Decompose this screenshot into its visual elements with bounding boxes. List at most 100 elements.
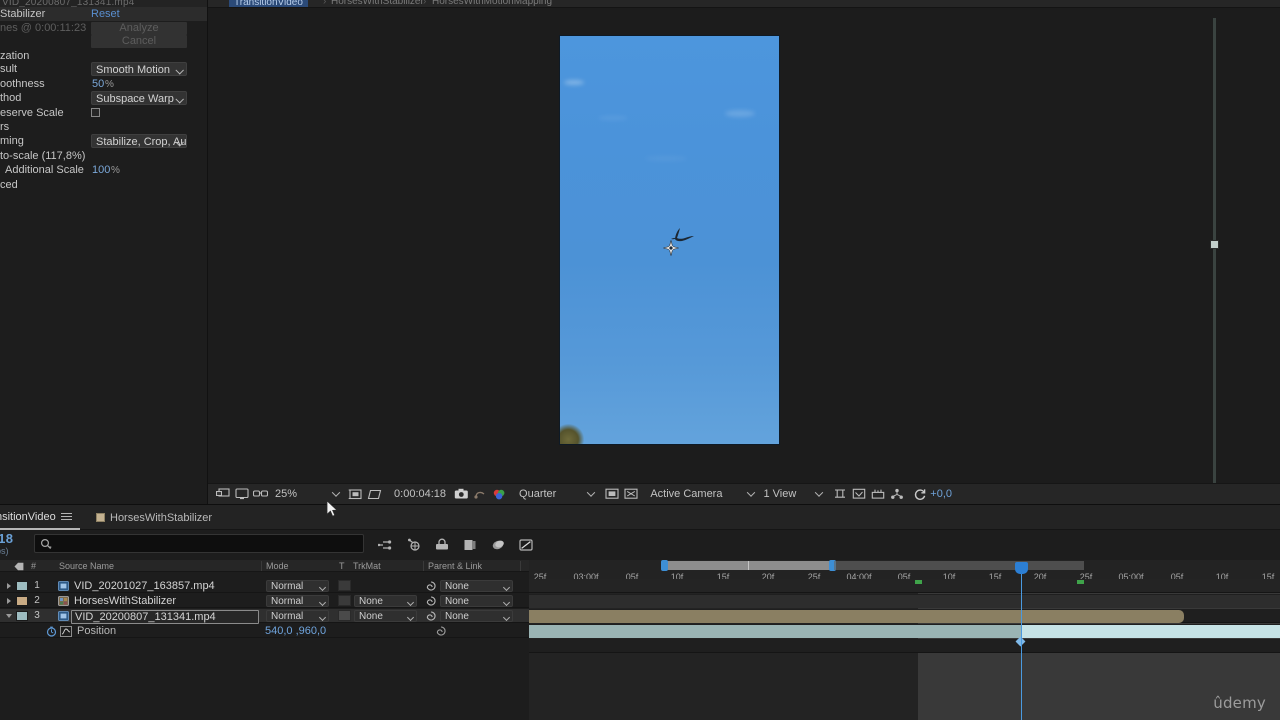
preserve-scale-checkbox[interactable] (91, 108, 100, 117)
column-header-t[interactable]: T (339, 560, 345, 572)
reset-link[interactable]: Reset (91, 8, 120, 20)
property-name[interactable]: Position (77, 625, 116, 637)
column-header-mode[interactable]: Mode (266, 560, 289, 572)
breadcrumb-item-2[interactable]: HorsesWithMotionMapping (432, 0, 552, 7)
search-input[interactable] (34, 534, 364, 553)
label-color-icon[interactable] (14, 562, 24, 573)
layer-color-swatch[interactable] (16, 581, 28, 591)
tab-horseswithstabilizer[interactable]: HorsesWithStabilizer (88, 505, 220, 530)
toggle-transparency-icon[interactable] (233, 487, 250, 502)
trkmat-select[interactable]: None (354, 595, 417, 607)
toggle-grid-icon[interactable] (850, 487, 867, 502)
hide-shy-layers-icon[interactable] (428, 536, 456, 554)
current-time-indicator[interactable] (1015, 562, 1028, 720)
anchor-point-icon[interactable] (663, 240, 679, 256)
playhead-handle[interactable] (1015, 562, 1028, 574)
timeline-graph-area[interactable]: 25f 03:00f 05f 10f 15f 20f 25f 04:00f 05f 10f 15f 2… (529, 560, 1280, 720)
toggle-alpha-icon[interactable] (622, 487, 639, 502)
parent-pickwhip-icon[interactable] (425, 580, 437, 592)
snapshot-icon[interactable] (453, 487, 470, 502)
fx-row-framing: ming Stabilize, Crop, Autc (0, 134, 207, 148)
parent-pickwhip-icon[interactable] (425, 595, 437, 607)
keyframe-marker-1[interactable] (915, 580, 922, 584)
draft-3d-icon[interactable] (400, 536, 428, 554)
value-graph-icon[interactable] (60, 626, 72, 640)
3d-renderer-icon[interactable] (888, 487, 905, 502)
layer-name[interactable]: VID_20201027_163857.mp4 (74, 580, 215, 592)
additional-scale-value[interactable]: 100 (92, 164, 110, 176)
smoothness-value[interactable]: 50 (92, 78, 104, 90)
layer-name[interactable]: HorsesWithStabilizer (74, 595, 176, 607)
layer-color-swatch[interactable] (16, 596, 28, 606)
preserve-transparency-toggle[interactable] (338, 580, 351, 591)
toggle-guides-icon[interactable] (831, 487, 848, 502)
camera-dropdown[interactable]: Active Camera (650, 488, 756, 500)
parent-select[interactable]: None (440, 610, 513, 622)
preserve-transparency-toggle[interactable] (338, 595, 351, 606)
stopwatch-icon[interactable] (46, 626, 57, 640)
mode-select[interactable]: Normal (266, 595, 329, 607)
trkmat-select[interactable]: None (354, 610, 417, 622)
mode-select[interactable]: Normal (266, 580, 329, 592)
show-snapshot-icon[interactable] (472, 487, 489, 502)
motion-blur-icon[interactable] (484, 536, 512, 554)
layer-bar-1[interactable] (529, 595, 1280, 608)
table-row[interactable]: 3 VID_20200807_131341.mp4 Normal None No… (0, 609, 529, 624)
framing-select[interactable]: Stabilize, Crop, Autc (91, 134, 187, 148)
twirl-icon[interactable] (4, 579, 14, 593)
column-header-number[interactable]: # (31, 560, 36, 572)
result-select[interactable]: Smooth Motion (91, 62, 187, 76)
parent-select[interactable]: None (440, 580, 513, 592)
refresh-icon[interactable] (911, 487, 928, 502)
column-header-trkmat[interactable]: TrkMat (353, 560, 381, 572)
cancel-button[interactable]: Cancel (91, 35, 187, 48)
property-row-position[interactable]: Position 540,0 ,960,0 (0, 624, 529, 638)
layer-name[interactable]: VID_20200807_131341.mp4 (71, 610, 259, 624)
composition-viewer-stage[interactable] (208, 8, 1280, 483)
twirl-icon[interactable] (4, 594, 14, 608)
preserve-transparency-toggle[interactable] (338, 610, 351, 621)
table-row[interactable]: 1 VID_20201027_163857.mp4 Normal None (0, 579, 529, 593)
mode-select[interactable]: Normal (266, 610, 329, 622)
tab-transitionvideo[interactable]: nsitionVideo (0, 505, 80, 530)
toggle-mask-icon[interactable] (603, 487, 620, 502)
resolution-dropdown[interactable]: Quarter (519, 488, 596, 500)
exposure-value[interactable]: +0,0 (930, 488, 952, 500)
parent-select[interactable]: None (440, 595, 513, 607)
table-row[interactable]: 2 HorsesWithStabilizer Normal None None (0, 594, 529, 608)
column-header-parent-link[interactable]: Parent & Link (428, 560, 482, 572)
keyframe-marker-2[interactable] (1077, 580, 1084, 584)
viewer-timecode[interactable]: 0:00:04:18 (394, 488, 446, 500)
zoom-dropdown[interactable]: 25% (275, 488, 341, 500)
timeline-switch-icons (372, 536, 540, 554)
parent-pickwhip-icon[interactable] (425, 610, 437, 622)
channel-rgb-icon[interactable] (491, 487, 508, 502)
breadcrumb-item-0[interactable]: TransitionVideo (229, 0, 308, 7)
property-pickwhip-icon[interactable] (435, 625, 447, 637)
mask-path-icon[interactable] (366, 487, 383, 502)
main-viewer-icon[interactable] (214, 487, 231, 502)
analyze-button[interactable]: Analyze (91, 22, 187, 35)
region-of-interest-icon[interactable] (347, 487, 364, 502)
frame-blending-icon[interactable] (456, 536, 484, 554)
breadcrumb-item-1[interactable]: HorsesWithStabilizer (331, 0, 424, 7)
views-dropdown[interactable]: 1 View (763, 488, 824, 500)
composition-vertical-scrollbar[interactable] (1210, 18, 1219, 483)
layer-bar-2[interactable] (529, 610, 1184, 623)
search-field[interactable] (56, 537, 356, 550)
track-row-4[interactable] (529, 639, 1280, 653)
column-header-source-name[interactable]: Source Name (59, 560, 114, 572)
layer-bar-3-selected-range[interactable] (1021, 625, 1280, 638)
scrollbar-handle[interactable] (1210, 240, 1219, 249)
work-area-start-handle[interactable] (661, 560, 668, 571)
3d-glasses-icon[interactable] (252, 487, 269, 502)
panel-menu-icon[interactable] (60, 512, 72, 521)
property-value[interactable]: 540,0 ,960,0 (265, 625, 326, 637)
work-area-bar[interactable] (661, 560, 836, 571)
layer-color-swatch[interactable] (16, 611, 28, 621)
method-select[interactable]: Subspace Warp (91, 91, 187, 105)
composition-mini-flowchart-icon[interactable] (372, 536, 400, 554)
toggle-rulers-icon[interactable] (869, 487, 886, 502)
twirl-icon[interactable] (4, 609, 14, 623)
graph-editor-icon[interactable] (512, 536, 540, 554)
